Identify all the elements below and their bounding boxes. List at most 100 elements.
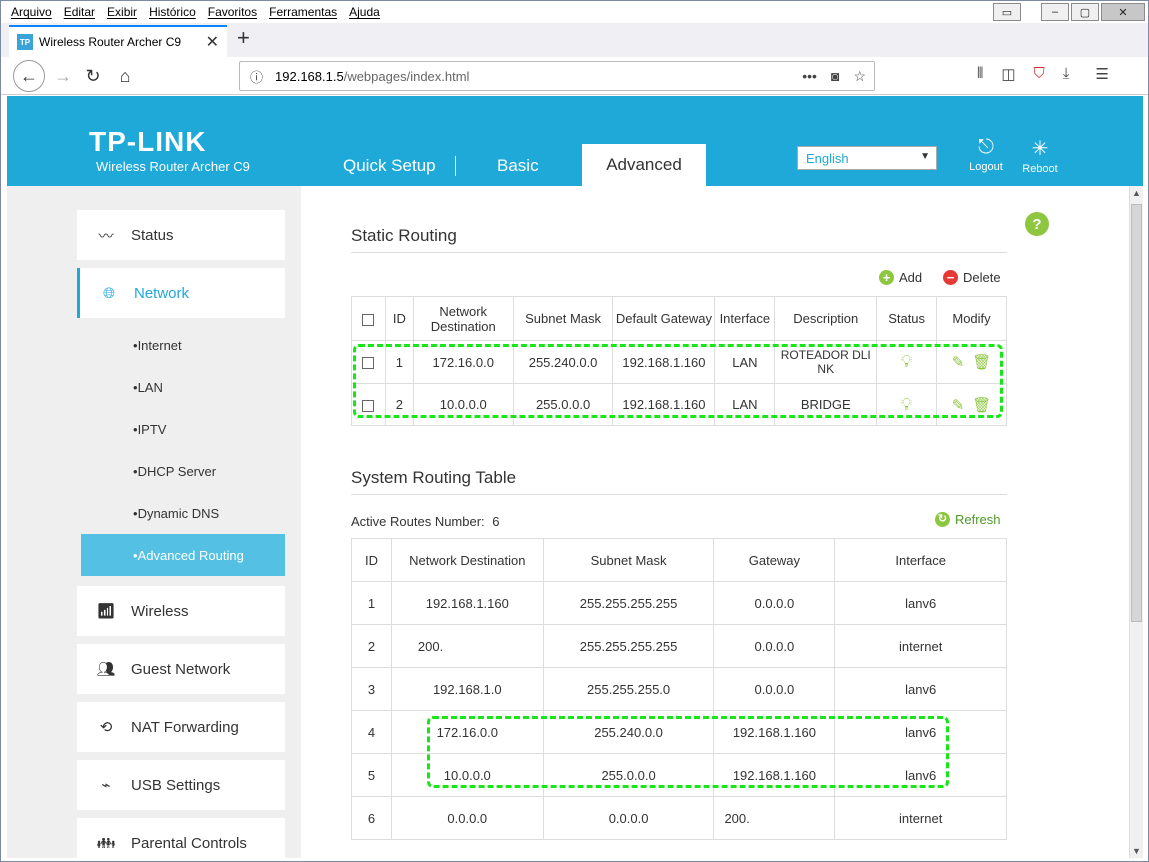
- bookmark-star-icon[interactable]: ☆: [853, 68, 866, 85]
- home-icon[interactable]: ⌂: [111, 62, 139, 90]
- cell-mask: 255.240.0.0: [542, 710, 715, 754]
- cell-gateway: 0.0.0.0: [713, 624, 836, 668]
- menu-historico[interactable]: Histórico: [149, 5, 196, 19]
- main-content: ? Static Routing + Add − Delete ID Netwo…: [301, 186, 1129, 858]
- chevron-down-icon: ▼: [920, 151, 930, 162]
- scroll-down-icon[interactable]: ▼: [1132, 846, 1141, 856]
- cell-interface: lanv6: [834, 581, 1007, 625]
- trash-icon[interactable]: 🗑︎: [972, 397, 991, 414]
- parental-icon: 👪︎: [96, 835, 116, 852]
- table-row: 6 0.0.0.0 0.0.0.0 200. internet: [351, 796, 1007, 840]
- cell-id: 5: [351, 753, 392, 797]
- maximize-button[interactable]: ▢: [1071, 3, 1099, 21]
- static-routing-title: Static Routing: [351, 226, 457, 245]
- col-gateway: Gateway: [713, 538, 836, 582]
- table-row: 2 200. 255.255.255.255 0.0.0.0 internet: [351, 624, 1007, 668]
- tplink-favicon-icon: TP: [17, 34, 33, 50]
- status-cell: 💡︎: [876, 340, 938, 384]
- navigation-bar: ← → ↻ ⌂ ⓘ 192.168.1.5 /webpages/index.ht…: [1, 57, 1148, 95]
- sidebar-item-label: NAT Forwarding: [131, 718, 239, 736]
- tab-advanced[interactable]: Advanced: [582, 144, 706, 186]
- sidebar-item-wireless[interactable]: 📶︎ Wireless: [77, 586, 285, 636]
- sidebar-item-label: Network: [134, 284, 190, 302]
- reload-icon[interactable]: ↻: [79, 62, 107, 90]
- language-select[interactable]: English ▼: [797, 146, 937, 170]
- add-button[interactable]: + Add: [879, 270, 922, 285]
- edit-icon[interactable]: ✎: [952, 397, 965, 414]
- menu-exibir[interactable]: Exibir: [107, 5, 137, 19]
- table-header-row: ID Network Destination Subnet Mask Gatew…: [351, 538, 1007, 582]
- cell-mask: 255.240.0.0: [512, 340, 614, 384]
- pocket-icon[interactable]: ◙: [831, 68, 839, 85]
- cell-dest: 172.16.0.0: [412, 340, 514, 384]
- sidebar-item-network[interactable]: 🌐︎ Network: [77, 268, 285, 318]
- menu-editar[interactable]: Editar: [64, 5, 95, 19]
- cell-gateway: 0.0.0.0: [713, 667, 836, 711]
- submenu-dhcp-server[interactable]: • DHCP Server: [81, 450, 285, 492]
- cell-dest: 200.: [390, 624, 544, 668]
- tab-quick-setup[interactable]: Quick Setup: [343, 156, 436, 176]
- page-info-icon[interactable]: ⓘ: [250, 67, 263, 86]
- submenu-lan[interactable]: • LAN: [81, 366, 285, 408]
- snap-icon[interactable]: ▭: [993, 3, 1021, 21]
- sidebar-icon[interactable]: ◫: [1001, 65, 1015, 83]
- browser-window: Arquivo Editar Exibir Histórico Favorito…: [0, 0, 1149, 862]
- browser-tab[interactable]: TP Wireless Router Archer C9 ✕: [9, 25, 227, 57]
- sidebar-item-guest-network[interactable]: 👥︎ Guest Network: [77, 644, 285, 694]
- toolbar-right: ⫴ ◫ ⛉ ⤓ ☰: [977, 65, 1109, 83]
- col-id: ID: [384, 296, 414, 341]
- menu-favoritos[interactable]: Favoritos: [208, 5, 257, 19]
- download-icon[interactable]: ⤓: [1063, 65, 1070, 83]
- tplink-logo: TP-LINK: [89, 126, 207, 157]
- row-checkbox[interactable]: [362, 357, 375, 370]
- scroll-thumb[interactable]: [1131, 204, 1142, 622]
- back-icon[interactable]: ←: [13, 60, 45, 92]
- menu-ajuda[interactable]: Ajuda: [349, 5, 380, 19]
- library-icon[interactable]: ⫴: [977, 65, 983, 83]
- vertical-scrollbar[interactable]: ▲ ▼: [1129, 186, 1143, 858]
- select-all-checkbox[interactable]: [362, 313, 375, 326]
- router-page: TP-LINK Wireless Router Archer C9 Quick …: [7, 96, 1143, 858]
- tab-basic[interactable]: Basic: [497, 156, 539, 176]
- cell-id: 1: [351, 581, 392, 625]
- delete-label: Delete: [963, 270, 1001, 285]
- delete-button[interactable]: − Delete: [943, 270, 1001, 285]
- hamburger-menu-icon[interactable]: ☰: [1095, 65, 1108, 83]
- menu-ferramentas[interactable]: Ferramentas: [269, 5, 337, 19]
- reboot-button[interactable]: ✳ Reboot: [1017, 136, 1063, 175]
- row-select-cell: [351, 383, 386, 426]
- help-icon[interactable]: ?: [1025, 212, 1049, 236]
- row-checkbox[interactable]: [362, 399, 375, 412]
- cell-interface: LAN: [714, 340, 776, 384]
- submenu-advanced-routing[interactable]: • Advanced Routing: [81, 534, 285, 576]
- minimize-button[interactable]: –: [1041, 3, 1069, 21]
- scroll-up-icon[interactable]: ▲: [1132, 188, 1141, 198]
- window-controls: – ▢ ✕: [1041, 3, 1145, 21]
- close-tab-icon[interactable]: ✕: [206, 32, 219, 52]
- network-submenu: • Internet • LAN • IPTV • DHCP Server • …: [77, 324, 285, 576]
- new-tab-icon[interactable]: +: [237, 25, 250, 51]
- sidebar-item-nat-forwarding[interactable]: ⟲ NAT Forwarding: [77, 702, 285, 752]
- submenu-internet[interactable]: • Internet: [81, 324, 285, 366]
- lightbulb-icon[interactable]: 💡︎: [901, 395, 913, 414]
- menu-arquivo[interactable]: Arquivo: [11, 5, 52, 19]
- page-actions-icon[interactable]: •••: [802, 68, 817, 85]
- sidebar-item-status[interactable]: 〰 Status: [77, 210, 285, 260]
- submenu-dynamic-dns[interactable]: • Dynamic DNS: [81, 492, 285, 534]
- edit-icon[interactable]: ✎: [952, 354, 965, 371]
- close-window-button[interactable]: ✕: [1101, 3, 1145, 21]
- shield-icon[interactable]: ⛉: [1034, 65, 1045, 83]
- address-bar[interactable]: ⓘ 192.168.1.5 /webpages/index.html ••• ◙…: [239, 61, 875, 91]
- tab-title: Wireless Router Archer C9: [39, 35, 182, 49]
- submenu-iptv[interactable]: • IPTV: [81, 408, 285, 450]
- refresh-button[interactable]: ↻ Refresh: [935, 512, 1001, 527]
- sidebar-item-usb-settings[interactable]: ⌁ USB Settings: [77, 760, 285, 810]
- table-header-row: ID Network Destination Subnet Mask Defau…: [351, 296, 1007, 341]
- trash-icon[interactable]: 🗑︎: [972, 354, 991, 371]
- submenu-label: DHCP Server: [137, 463, 217, 479]
- logout-button[interactable]: ⎋ Logout: [963, 136, 1009, 173]
- sidebar-item-parental-controls[interactable]: 👪︎ Parental Controls: [77, 818, 285, 858]
- forward-icon[interactable]: →: [49, 62, 77, 90]
- sidebar-item-label: Guest Network: [131, 660, 231, 678]
- lightbulb-icon[interactable]: 💡︎: [901, 352, 913, 371]
